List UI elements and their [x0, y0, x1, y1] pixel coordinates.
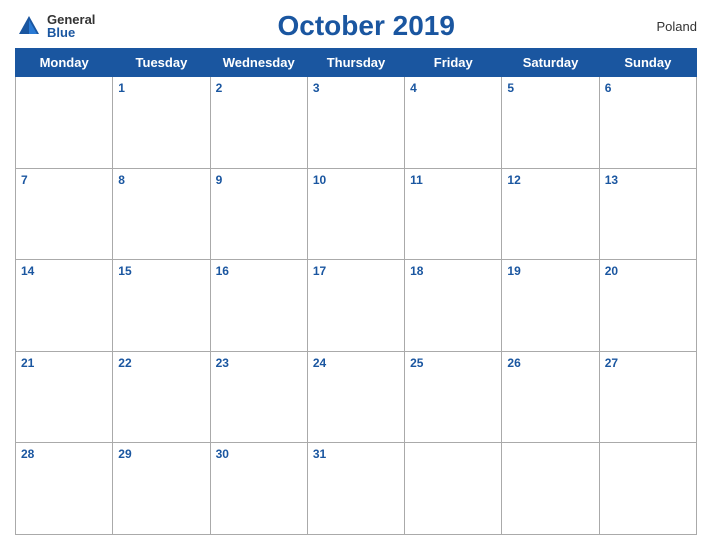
calendar-day: 14	[16, 260, 113, 352]
weekday-header-tuesday: Tuesday	[113, 49, 210, 77]
calendar-day: 21	[16, 351, 113, 443]
day-number: 16	[216, 264, 229, 278]
day-number: 12	[507, 173, 520, 187]
day-number: 25	[410, 356, 423, 370]
calendar-day: 1	[113, 77, 210, 169]
calendar-header-row: MondayTuesdayWednesdayThursdayFridaySatu…	[16, 49, 697, 77]
calendar-day: 18	[405, 260, 502, 352]
calendar-day: 15	[113, 260, 210, 352]
calendar-week-row: 7 8 9 10 11 12 13	[16, 168, 697, 260]
day-number: 1	[118, 81, 125, 95]
weekday-header-wednesday: Wednesday	[210, 49, 307, 77]
calendar-day: 19	[502, 260, 599, 352]
calendar-day: 27	[599, 351, 696, 443]
calendar-day: 12	[502, 168, 599, 260]
day-number: 20	[605, 264, 618, 278]
day-number: 27	[605, 356, 618, 370]
day-number: 18	[410, 264, 423, 278]
weekday-header-saturday: Saturday	[502, 49, 599, 77]
day-number: 10	[313, 173, 326, 187]
day-number: 19	[507, 264, 520, 278]
day-number: 14	[21, 264, 34, 278]
day-number: 7	[21, 173, 28, 187]
weekday-header-monday: Monday	[16, 49, 113, 77]
calendar-day: 8	[113, 168, 210, 260]
day-number: 11	[410, 173, 423, 187]
calendar-day: 5	[502, 77, 599, 169]
day-number: 6	[605, 81, 612, 95]
day-number: 5	[507, 81, 514, 95]
calendar-day: 11	[405, 168, 502, 260]
day-number: 31	[313, 447, 326, 461]
calendar-day: 4	[405, 77, 502, 169]
day-number: 29	[118, 447, 131, 461]
logo: General Blue	[15, 12, 95, 40]
calendar-week-row: 28 29 30 31	[16, 443, 697, 535]
calendar-day: 22	[113, 351, 210, 443]
calendar-day: 28	[16, 443, 113, 535]
month-title: October 2019	[95, 10, 637, 42]
calendar-header: General Blue October 2019 Poland	[15, 10, 697, 42]
day-number: 26	[507, 356, 520, 370]
weekday-header-friday: Friday	[405, 49, 502, 77]
calendar-day: 20	[599, 260, 696, 352]
calendar-day: 13	[599, 168, 696, 260]
calendar-day: 24	[307, 351, 404, 443]
day-number: 2	[216, 81, 223, 95]
calendar-day: 25	[405, 351, 502, 443]
calendar-day: 7	[16, 168, 113, 260]
day-number: 4	[410, 81, 417, 95]
calendar-day: 26	[502, 351, 599, 443]
calendar-day	[599, 443, 696, 535]
day-number: 9	[216, 173, 223, 187]
calendar-day	[502, 443, 599, 535]
calendar-day: 2	[210, 77, 307, 169]
weekday-header-thursday: Thursday	[307, 49, 404, 77]
day-number: 24	[313, 356, 326, 370]
calendar-day: 23	[210, 351, 307, 443]
logo-icon	[15, 12, 43, 40]
calendar-day: 31	[307, 443, 404, 535]
calendar-day: 17	[307, 260, 404, 352]
calendar-day: 10	[307, 168, 404, 260]
calendar-week-row: 1 2 3 4 5 6	[16, 77, 697, 169]
calendar-day: 6	[599, 77, 696, 169]
calendar-day: 16	[210, 260, 307, 352]
calendar-day: 30	[210, 443, 307, 535]
calendar-day	[16, 77, 113, 169]
calendar-week-row: 21 22 23 24 25 26 27	[16, 351, 697, 443]
calendar-week-row: 14 15 16 17 18 19 20	[16, 260, 697, 352]
weekday-header-sunday: Sunday	[599, 49, 696, 77]
calendar-day: 9	[210, 168, 307, 260]
day-number: 23	[216, 356, 229, 370]
calendar-day: 3	[307, 77, 404, 169]
country-label: Poland	[637, 19, 697, 34]
day-number: 28	[21, 447, 34, 461]
day-number: 21	[21, 356, 34, 370]
day-number: 13	[605, 173, 618, 187]
day-number: 8	[118, 173, 125, 187]
logo-blue: Blue	[47, 26, 95, 39]
calendar-day	[405, 443, 502, 535]
day-number: 22	[118, 356, 131, 370]
day-number: 17	[313, 264, 326, 278]
day-number: 15	[118, 264, 131, 278]
day-number: 3	[313, 81, 320, 95]
calendar-table: MondayTuesdayWednesdayThursdayFridaySatu…	[15, 48, 697, 535]
day-number: 30	[216, 447, 229, 461]
calendar-day: 29	[113, 443, 210, 535]
